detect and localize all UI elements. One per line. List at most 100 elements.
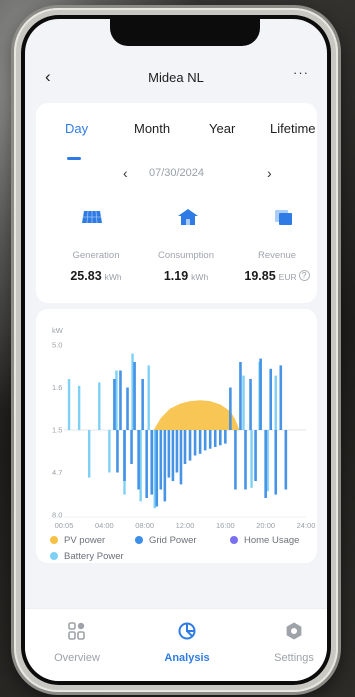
x-tick-label: 24:00 (297, 521, 316, 530)
tab-lifetime[interactable]: Lifetime (270, 121, 316, 136)
generation-label: Generation (72, 250, 120, 261)
battery-power-bar (108, 430, 111, 473)
tab-analysis[interactable]: Analysis (147, 621, 227, 664)
tab-settings-label: Settings (274, 652, 314, 664)
house-icon (178, 209, 198, 225)
tab-month[interactable]: Month (134, 121, 170, 136)
grid-power-bar (249, 379, 252, 430)
generation-unit: kWh (104, 272, 122, 282)
tab-year[interactable]: Year (209, 121, 235, 136)
y-tick-label: 5.0 (52, 341, 62, 350)
solar-panel-icon (82, 210, 102, 224)
x-tick-label: 08:00 (135, 521, 154, 530)
grid-power-bar (188, 430, 192, 461)
grid-power-bar (259, 358, 262, 430)
y-tick-label: 1.6 (52, 383, 62, 392)
legend-home-usage[interactable]: Home Usage (230, 535, 299, 546)
x-tick-label: 16:00 (216, 521, 235, 530)
x-tick-label: 00:05 (55, 521, 74, 530)
active-tab-indicator (67, 157, 81, 160)
x-tick-label: 04:00 (95, 521, 114, 530)
grid-power-bar (163, 430, 167, 502)
power-chart-card: kW 5.0 1.6 1.5 4.7 8.0 00:05 04:00 08:00 12:00 16:… (36, 309, 317, 563)
grid-power-bar (224, 430, 227, 444)
legend-dot (50, 552, 58, 560)
gear-icon (286, 622, 302, 640)
grid-power-bar (234, 430, 237, 490)
grid-power-bar (198, 430, 202, 454)
grid-power-bar (159, 430, 163, 490)
date-selector: ‹ 07/30/2024 › (36, 165, 317, 183)
x-tick-label: 20:00 (256, 521, 275, 530)
legend-battery-power[interactable]: Battery Power (50, 551, 124, 562)
grid-power-bar (239, 362, 242, 430)
grid-power-bar (179, 430, 183, 485)
grid-power-bar (244, 430, 247, 490)
battery-power-bar (67, 379, 71, 430)
bottom-tab-bar: Overview Analysis Settings (25, 608, 327, 681)
generation-number: 25.83 (70, 269, 102, 283)
grid-power-bar (284, 430, 288, 490)
grid-power-bar (171, 430, 175, 481)
revenue-label: Revenue (257, 250, 297, 261)
battery-power-bar (242, 375, 245, 430)
tab-settings[interactable]: Settings (254, 621, 327, 664)
tab-overview[interactable]: Overview (37, 621, 117, 664)
revenue-unit: EUR (278, 272, 297, 282)
legend-label: Battery Power (64, 551, 124, 562)
grid-power-bar (141, 379, 144, 430)
next-date-button[interactable]: › (267, 165, 272, 181)
grid-power-bar (126, 387, 129, 430)
tab-day[interactable]: Day (65, 121, 88, 136)
consumption-number: 1.19 (163, 269, 189, 283)
battery-power-bar (147, 365, 150, 430)
revenue-value: 19.85 EUR? (227, 267, 327, 285)
legend-dot (230, 536, 238, 544)
legend-dot (50, 536, 58, 544)
revenue-icon (275, 210, 292, 225)
legend-pv-power[interactable]: PV power (50, 535, 105, 546)
y-tick-label: 8.0 (52, 511, 62, 520)
x-tick-label: 12:00 (176, 521, 195, 530)
grid-power-bar (175, 430, 179, 473)
phone-frame: ‹ Midea NL ··· Day Month Year Lifetime ‹… (14, 8, 338, 692)
grid-power-bar (123, 430, 126, 481)
date-value[interactable]: 07/30/2024 (36, 167, 317, 179)
consumption-unit: kWh (191, 272, 209, 282)
grid-power-bar (130, 430, 133, 464)
legend-grid-power[interactable]: Grid Power (135, 535, 197, 546)
app-screen: ‹ Midea NL ··· Day Month Year Lifetime ‹… (25, 19, 327, 681)
grid-power-bar (167, 430, 171, 478)
tab-analysis-label: Analysis (164, 652, 210, 664)
info-icon[interactable]: ? (298, 270, 310, 282)
consumption-value: 1.19 kWh (136, 267, 236, 285)
grid-power-bar (137, 430, 140, 490)
grid-power-bar (203, 430, 207, 451)
overview-icon (68, 622, 85, 640)
grid-power-bar (208, 430, 212, 449)
grid-power-bar (264, 430, 267, 498)
grid-power-bar (155, 430, 159, 507)
legend-label: Grid Power (149, 535, 197, 546)
grid-power-bar (254, 430, 257, 481)
consumption-label: Consumption (158, 250, 214, 261)
summary-card: Day Month Year Lifetime ‹ 07/30/2024 › G… (36, 103, 317, 303)
page-title: Midea NL (148, 70, 204, 85)
phone-notch (110, 19, 260, 46)
grid-power-bar (150, 430, 154, 495)
power-chart: kW 5.0 1.6 1.5 4.7 8.000:05 04:00 08:00 12:00 16:… (52, 326, 316, 530)
legend-dot (135, 536, 143, 544)
battery-power-bar (250, 430, 253, 488)
grid-power-bar (116, 430, 119, 473)
y-tick-label: 1.5 (52, 426, 62, 435)
analysis-icon (178, 622, 196, 640)
grid-power-bar (145, 430, 148, 498)
more-button[interactable]: ··· (293, 65, 309, 80)
grid-power-bar (133, 362, 136, 430)
revenue-number: 19.85 (244, 269, 276, 283)
grid-power-bar (279, 365, 283, 430)
grid-power-bar (183, 430, 187, 464)
grid-power-bar (113, 379, 116, 430)
tab-overview-label: Overview (54, 652, 100, 664)
grid-power-bar (269, 368, 273, 430)
